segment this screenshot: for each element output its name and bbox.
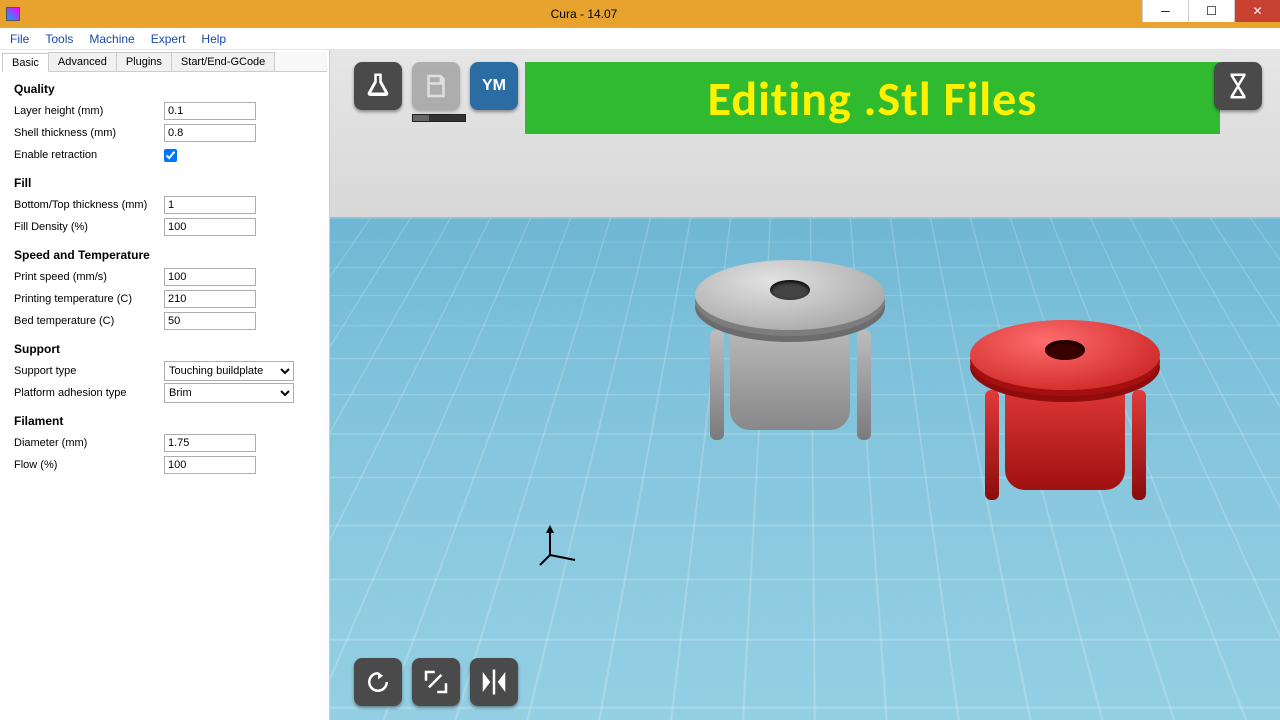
rotate-icon (363, 667, 393, 697)
youmagine-button[interactable]: YM (470, 62, 518, 110)
app-icon (6, 7, 20, 21)
titlebar: Cura - 14.07 ─ ☐ ✕ (0, 0, 1280, 28)
tab-advanced[interactable]: Advanced (48, 52, 117, 71)
select-support-type[interactable]: Touching buildplate (164, 361, 294, 381)
menubar: File Tools Machine Expert Help (0, 28, 1280, 50)
minimize-button[interactable]: ─ (1142, 0, 1188, 22)
mirror-icon (479, 667, 509, 697)
overlay-banner: Editing .Stl Files (525, 62, 1220, 134)
input-print-speed[interactable] (164, 268, 256, 286)
label-enable-retraction: Enable retraction (14, 149, 164, 161)
hourglass-icon (1223, 71, 1253, 101)
save-toolpath-button[interactable] (412, 62, 460, 110)
menu-help[interactable]: Help (193, 30, 234, 48)
tab-gcode[interactable]: Start/End-GCode (171, 52, 275, 71)
tab-plugins[interactable]: Plugins (116, 52, 172, 71)
label-print-speed: Print speed (mm/s) (14, 271, 164, 283)
input-shell-thickness[interactable] (164, 124, 256, 142)
label-printing-temp: Printing temperature (C) (14, 293, 164, 305)
input-layer-height[interactable] (164, 102, 256, 120)
section-filament: Filament (14, 414, 319, 428)
settings-tabs: Basic Advanced Plugins Start/End-GCode (2, 52, 327, 72)
section-fill: Fill (14, 176, 319, 190)
menu-machine[interactable]: Machine (81, 30, 142, 48)
label-flow: Flow (%) (14, 459, 164, 471)
section-speedtemp: Speed and Temperature (14, 248, 319, 262)
input-flow[interactable] (164, 456, 256, 474)
checkbox-enable-retraction[interactable] (164, 149, 177, 162)
scale-icon (421, 667, 451, 697)
input-bed-temp[interactable] (164, 312, 256, 330)
label-layer-height: Layer height (mm) (14, 105, 164, 117)
select-platform-adhesion[interactable]: Brim (164, 383, 294, 403)
label-platform-adhesion: Platform adhesion type (14, 387, 164, 399)
rotate-button[interactable] (354, 658, 402, 706)
mirror-button[interactable] (470, 658, 518, 706)
viewport-toolbar: YM (354, 62, 518, 110)
origin-axes-icon (540, 525, 580, 570)
label-fill-density: Fill Density (%) (14, 221, 164, 233)
slice-progress (412, 114, 466, 122)
viewport-3d[interactable]: YM Editing .Stl Files (330, 50, 1280, 720)
label-shell-thickness: Shell thickness (mm) (14, 127, 164, 139)
label-bed-temp: Bed temperature (C) (14, 315, 164, 327)
save-icon (421, 71, 451, 101)
label-diameter: Diameter (mm) (14, 437, 164, 449)
label-support-type: Support type (14, 365, 164, 377)
model-object-1[interactable] (675, 250, 905, 480)
settings-panel: Basic Advanced Plugins Start/End-GCode Q… (0, 50, 330, 720)
input-fill-density[interactable] (164, 218, 256, 236)
ym-label: YM (482, 77, 506, 95)
input-bottom-top[interactable] (164, 196, 256, 214)
window-controls: ─ ☐ ✕ (1142, 0, 1280, 28)
input-diameter[interactable] (164, 434, 256, 452)
viewport-viewmode (1214, 62, 1262, 110)
section-support: Support (14, 342, 319, 356)
label-bottom-top: Bottom/Top thickness (mm) (14, 199, 164, 211)
window-title: Cura - 14.07 (26, 7, 1142, 21)
maximize-button[interactable]: ☐ (1188, 0, 1234, 22)
scale-button[interactable] (412, 658, 460, 706)
close-button[interactable]: ✕ (1234, 0, 1280, 22)
overlay-banner-text: Editing .Stl Files (708, 69, 1038, 128)
flask-icon (363, 71, 393, 101)
input-printing-temp[interactable] (164, 290, 256, 308)
section-quality: Quality (14, 82, 319, 96)
load-model-button[interactable] (354, 62, 402, 110)
menu-expert[interactable]: Expert (143, 30, 194, 48)
menu-file[interactable]: File (2, 30, 37, 48)
view-mode-button[interactable] (1214, 62, 1262, 110)
viewport-bottom-toolbar (354, 658, 518, 706)
menu-tools[interactable]: Tools (37, 30, 81, 48)
model-object-2[interactable] (950, 310, 1180, 540)
tab-basic[interactable]: Basic (2, 53, 49, 72)
